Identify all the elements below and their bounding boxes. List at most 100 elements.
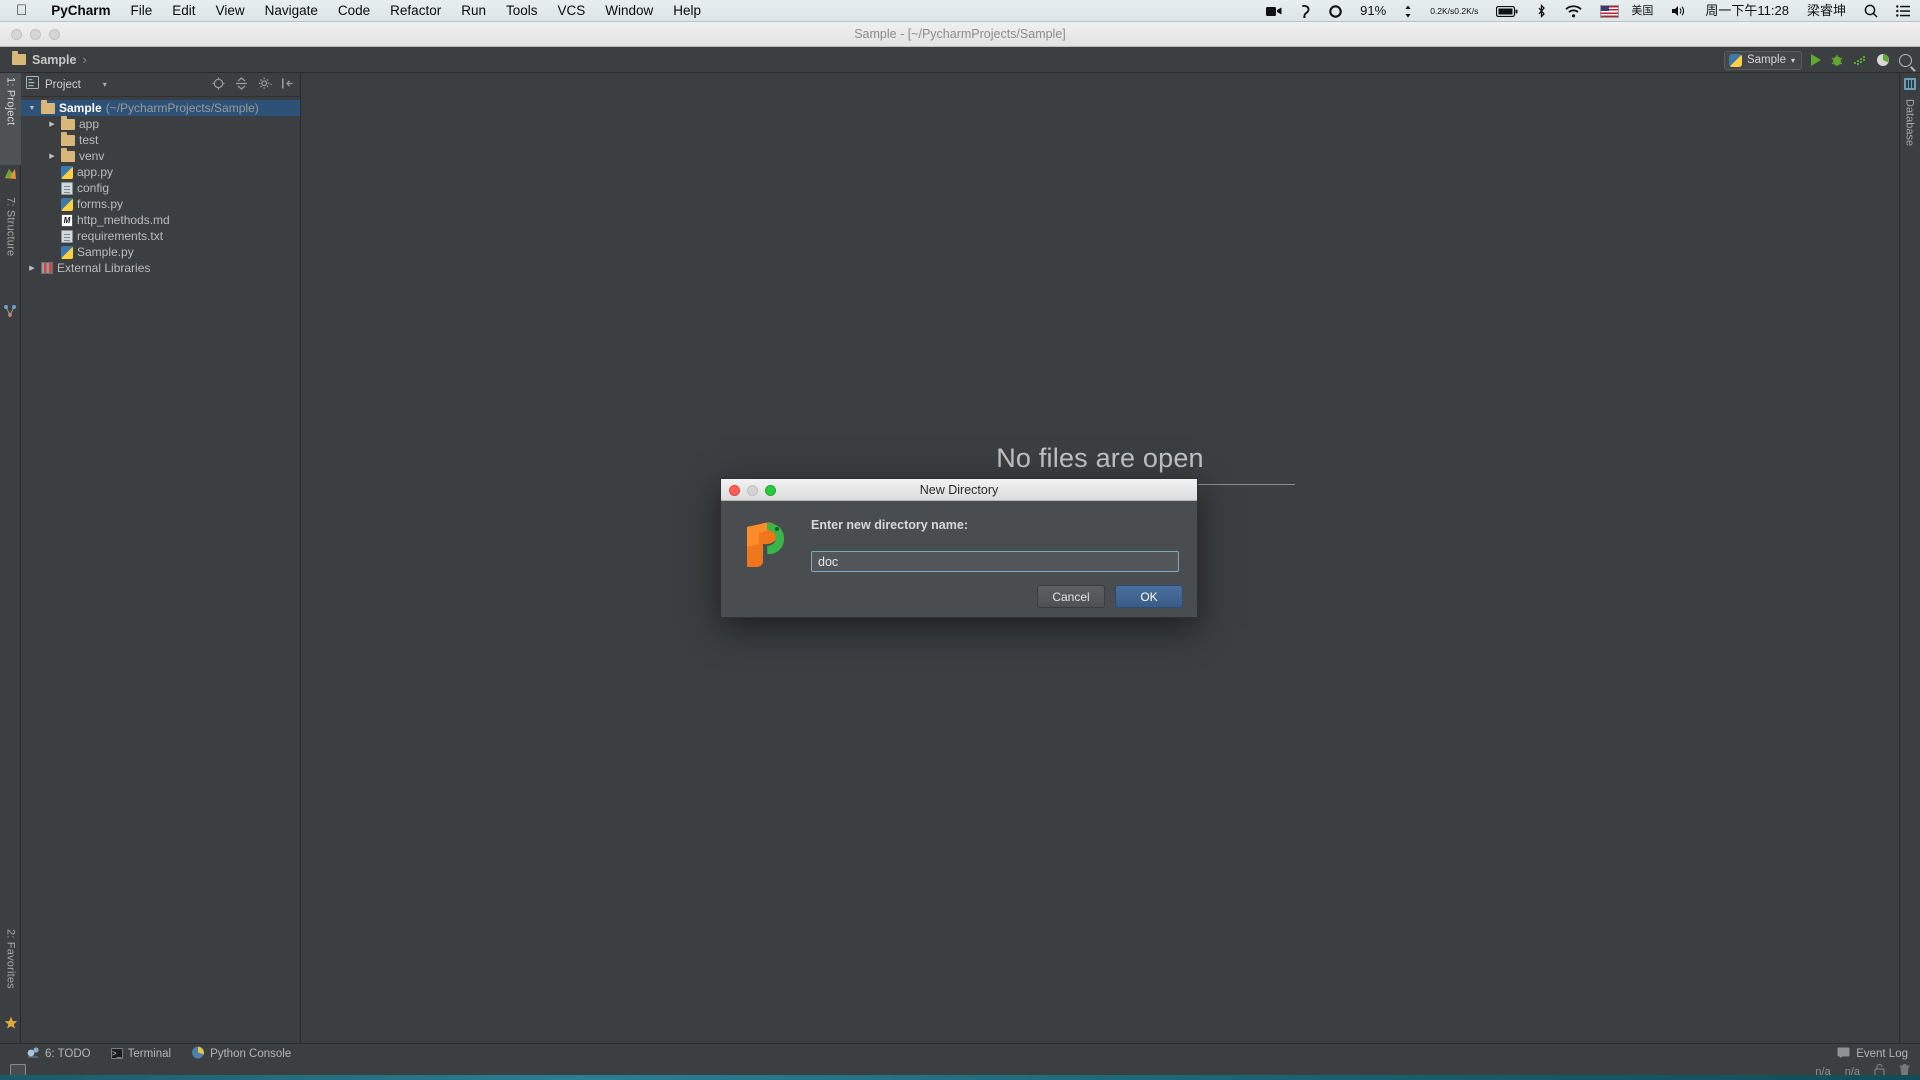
tree-row-config[interactable]: config: [21, 180, 300, 196]
siri-icon[interactable]: [1291, 0, 1320, 22]
tree-row-forms-py[interactable]: forms.py: [21, 196, 300, 212]
input-source-label[interactable]: 美国: [1628, 0, 1662, 22]
bottom-tool-window-bar: 6: TODO >_ Terminal Python Console Event…: [0, 1043, 1920, 1063]
menu-item-edit[interactable]: Edit: [162, 0, 205, 22]
window-close-button[interactable]: [11, 29, 22, 40]
dialog-button-group: Cancel OK: [1037, 585, 1183, 608]
menu-bar-status-area: 91% 0.2K/s 0.2K/s 美国 周一下午11:28 梁睿坤: [1257, 0, 1920, 22]
net-upload-speed: 0.2K/s: [1430, 5, 1455, 16]
cancel-button[interactable]: Cancel: [1037, 585, 1105, 608]
sidebar-item-project[interactable]: 1: Project: [0, 73, 21, 165]
terminal-icon: >_: [110, 1048, 123, 1059]
user-name-label[interactable]: 梁睿坤: [1798, 0, 1855, 22]
tree-expand-arrow[interactable]: ▼: [27, 105, 37, 112]
tree-row-app-py[interactable]: app.py: [21, 164, 300, 180]
volume-icon[interactable]: [1662, 0, 1696, 22]
tree-expand-arrow[interactable]: ▶: [47, 120, 57, 128]
sidebar-item-database[interactable]: Database: [1899, 95, 1920, 177]
bluetooth-icon[interactable]: [1527, 0, 1556, 22]
project-icon: [3, 167, 18, 187]
dialog-zoom-button[interactable]: [765, 485, 776, 496]
battery-icon[interactable]: [1487, 0, 1527, 22]
bottom-item-python-console[interactable]: Python Console: [191, 1046, 291, 1062]
us-flag-icon[interactable]: [1591, 0, 1628, 22]
menu-item-tools[interactable]: Tools: [496, 0, 548, 22]
tree-row-external-libraries[interactable]: ▶ External Libraries: [21, 260, 300, 276]
notification-center-icon[interactable]: [1887, 0, 1920, 22]
breadcrumb-label[interactable]: Sample: [32, 53, 76, 67]
python-file-icon: [1728, 53, 1742, 67]
window-zoom-button[interactable]: [49, 29, 60, 40]
tree-expand-arrow[interactable]: ▶: [47, 152, 57, 160]
tree-row-sample-py[interactable]: Sample.py: [21, 244, 300, 260]
run-icon[interactable]: [1811, 54, 1821, 66]
project-file-tree[interactable]: ▼ Sample (~/PycharmProjects/Sample) ▶ ap…: [21, 97, 300, 276]
debug-bug-icon[interactable]: [1830, 53, 1844, 67]
wifi-icon[interactable]: [1556, 0, 1591, 22]
sidebar-item-favorites-label: 2: Favorites: [4, 929, 17, 989]
menu-item-run[interactable]: Run: [451, 0, 496, 22]
ok-button[interactable]: OK: [1115, 585, 1183, 608]
text-file-icon: [61, 229, 73, 243]
tree-row-sample-root[interactable]: ▼ Sample (~/PycharmProjects/Sample): [21, 99, 300, 116]
dialog-body: Enter new directory name: Cancel OK: [721, 501, 1197, 619]
sidebar-item-structure[interactable]: 7: Structure: [0, 193, 21, 301]
menu-item-code[interactable]: Code: [328, 0, 380, 22]
hide-panel-icon[interactable]: [281, 77, 294, 90]
markdown-file-icon: M: [61, 213, 73, 227]
tree-row-requirements-txt[interactable]: requirements.txt: [21, 228, 300, 244]
tree-row-label: app.py: [77, 165, 114, 179]
tree-row-label: venv: [79, 149, 105, 163]
tree-row-label: Sample: [59, 101, 102, 115]
chevron-down-icon[interactable]: ▾: [103, 80, 107, 89]
menu-item-help[interactable]: Help: [663, 0, 711, 22]
search-icon[interactable]: [1899, 53, 1912, 67]
bottom-item-todo[interactable]: 6: TODO: [26, 1046, 91, 1061]
dock-strip: [0, 1075, 1920, 1080]
menu-item-window[interactable]: Window: [595, 0, 663, 22]
dialog-title-bar: New Directory: [721, 479, 1197, 501]
network-arrows-icon: [1395, 0, 1421, 22]
clock-label[interactable]: 周一下午11:28: [1696, 0, 1798, 22]
spotlight-search-icon[interactable]: [1855, 0, 1887, 22]
network-speed-indicator: 0.2K/s 0.2K/s: [1421, 0, 1487, 22]
profile-icon[interactable]: [1853, 53, 1867, 67]
video-camera-icon[interactable]: [1257, 0, 1291, 22]
menu-item-refactor[interactable]: Refactor: [380, 0, 451, 22]
tree-row-test-folder[interactable]: test: [21, 131, 300, 148]
dialog-traffic-lights[interactable]: [729, 485, 776, 496]
menu-item-file[interactable]: File: [121, 0, 163, 22]
tree-row-path: (~/PycharmProjects/Sample): [105, 101, 259, 115]
dialog-close-button[interactable]: [729, 485, 740, 496]
breadcrumb[interactable]: Sample ›: [0, 51, 87, 67]
collapse-all-icon[interactable]: [235, 77, 248, 90]
tree-row-http-methods-md[interactable]: M http_methods.md: [21, 212, 300, 228]
locate-target-icon[interactable]: [212, 77, 225, 90]
sidebar-item-database-label: Database: [1903, 99, 1916, 147]
apple-logo-icon[interactable]: : [16, 3, 27, 18]
dialog-prompt-label: Enter new directory name:: [811, 518, 968, 532]
window-traffic-lights[interactable]: [11, 29, 60, 40]
time-machine-icon[interactable]: [1320, 0, 1351, 22]
python-console-icon: [191, 1046, 205, 1062]
window-minimize-button[interactable]: [30, 29, 41, 40]
run-configuration-selector[interactable]: Sample ▾: [1723, 50, 1802, 70]
menu-item-pycharm[interactable]: PyCharm: [41, 0, 120, 22]
menu-item-navigate[interactable]: Navigate: [255, 0, 328, 22]
tree-row-app-folder[interactable]: ▶ app: [21, 115, 300, 132]
tree-row-label: test: [79, 133, 99, 147]
coverage-icon[interactable]: [1876, 53, 1890, 67]
menu-item-vcs[interactable]: VCS: [547, 0, 595, 22]
settings-gear-icon[interactable]: [258, 77, 273, 90]
bottom-item-terminal[interactable]: >_ Terminal: [110, 1048, 171, 1060]
tree-row-label: Sample.py: [77, 245, 134, 259]
bottom-item-event-log[interactable]: Event Log: [1837, 1047, 1908, 1061]
directory-name-input[interactable]: [811, 551, 1179, 572]
dialog-minimize-button[interactable]: [747, 485, 758, 496]
tree-row-venv-folder[interactable]: ▶ venv: [21, 147, 300, 164]
left-tool-window-bar: 1: Project 7: Structure 2: Favorites: [0, 73, 21, 1043]
libraries-icon: [41, 262, 53, 274]
sidebar-item-favorites[interactable]: 2: Favorites: [0, 925, 21, 1013]
menu-item-view[interactable]: View: [206, 0, 255, 22]
tree-expand-arrow[interactable]: ▶: [27, 264, 37, 272]
